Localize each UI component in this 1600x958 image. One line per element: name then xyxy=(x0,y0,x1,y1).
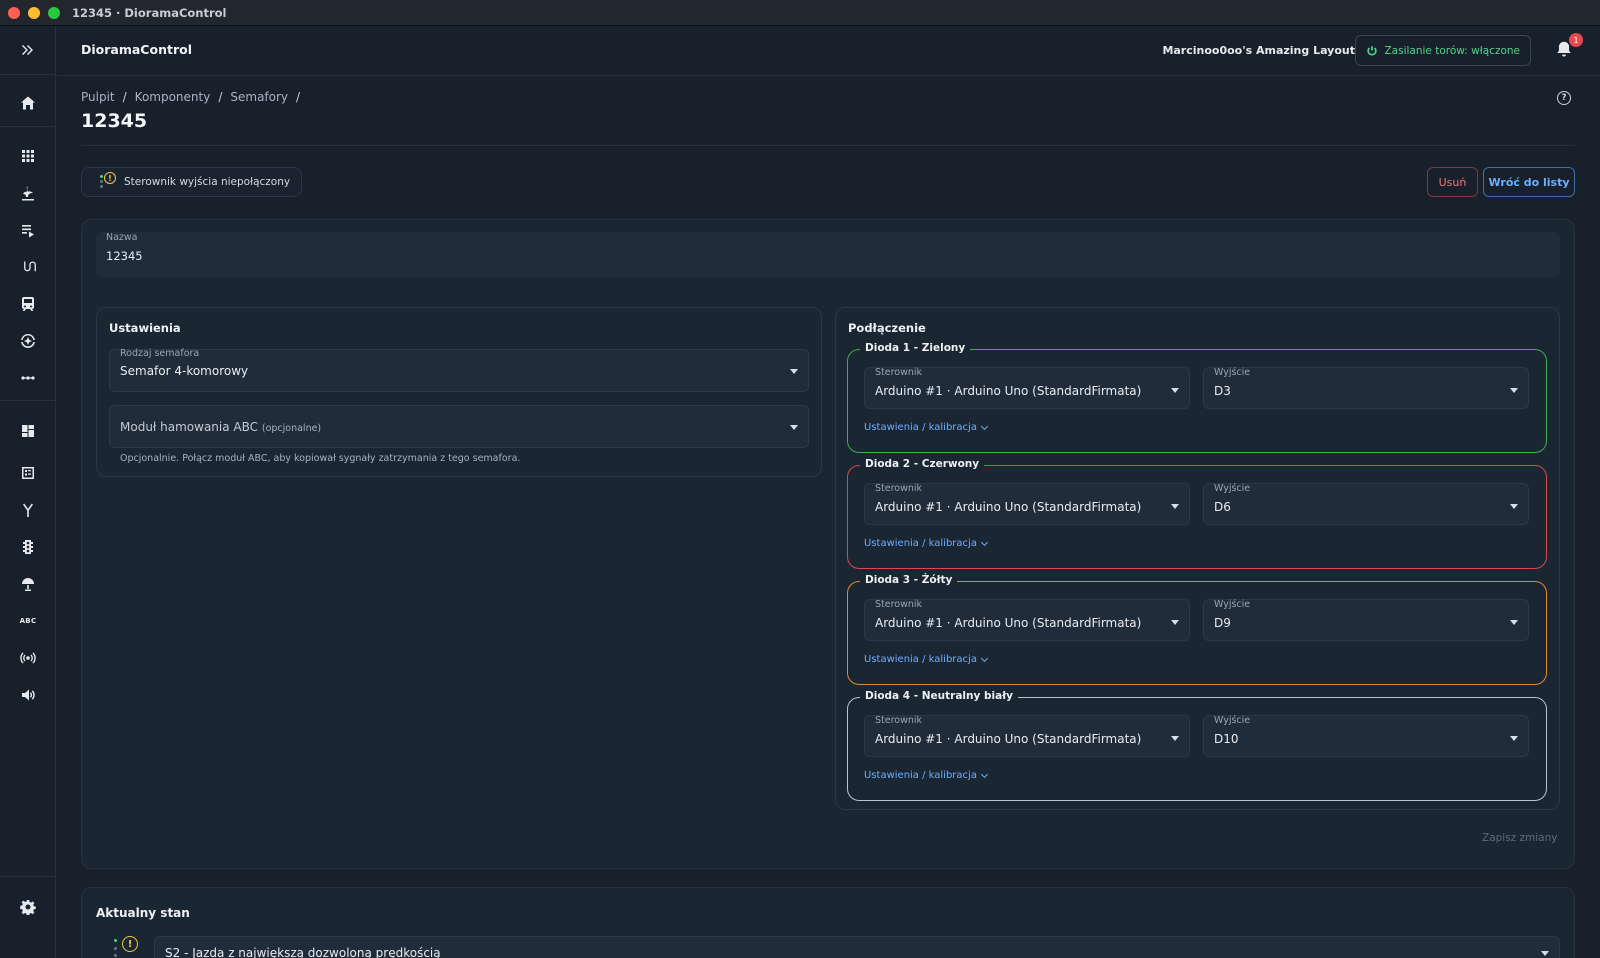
name-field-label: Nazwa xyxy=(106,232,138,243)
chevron-down-icon xyxy=(980,770,988,778)
chevron-down-icon xyxy=(790,425,798,430)
led-group-3: Dioda 3 - Żółty Sterownik Arduino #1 · A… xyxy=(847,574,1547,685)
led-title: Dioda 1 - Zielony xyxy=(860,342,971,354)
abc-module-helper: Opcjonalnie. Połącz moduł ABC, aby kopio… xyxy=(120,453,521,464)
calibration-link[interactable]: Ustawienia / kalibracja xyxy=(864,770,988,781)
abc-module-placeholder: Moduł hamowania ABC (opcjonalne) xyxy=(120,420,322,434)
app-name: DioramaControl xyxy=(81,42,192,57)
chevron-down-icon xyxy=(1541,951,1549,956)
more-icon[interactable] xyxy=(0,361,56,395)
layout-name[interactable]: Marcinoo0oo's Amazing Layout xyxy=(1162,44,1355,57)
current-state-value: S2 - Jazda z największą dozwoloną prędko… xyxy=(165,946,441,958)
panel-icon[interactable] xyxy=(0,456,56,490)
chevron-down-icon xyxy=(1171,504,1179,509)
traffic-light-icon[interactable] xyxy=(0,530,56,564)
chevron-down-icon xyxy=(790,369,798,374)
controller-status-chip: ! Sterownik wyjścia niepołączony xyxy=(81,167,303,197)
connection-title: Podłączenie xyxy=(848,321,926,335)
settings-icon[interactable] xyxy=(0,890,56,924)
window-titlebar: 12345 · DioramaControl xyxy=(0,0,1600,26)
home-icon[interactable] xyxy=(0,86,56,120)
led-group-2: Dioda 2 - Czerwony Sterownik Arduino #1 … xyxy=(847,458,1547,569)
signal-type-select[interactable]: Rodzaj semafora Semafor 4-komorowy xyxy=(109,348,809,392)
chevron-down-icon xyxy=(1171,388,1179,393)
notification-badge: 1 xyxy=(1569,33,1583,47)
signal-broadcast-icon[interactable] xyxy=(0,641,56,675)
speaker-icon[interactable] xyxy=(0,678,56,712)
train-icon[interactable] xyxy=(0,287,56,321)
led-controller-select[interactable]: Sterownik Arduino #1 · Arduino Uno (Stan… xyxy=(864,483,1190,525)
signal-type-label: Rodzaj semafora xyxy=(120,348,200,359)
led-group-1: Dioda 1 - Zielony Sterownik Arduino #1 ·… xyxy=(847,342,1547,453)
sidebar-rail: ABC xyxy=(0,26,56,958)
page-title: 12345 xyxy=(81,110,148,132)
led-title: Dioda 4 - Neutralny biały xyxy=(860,690,1018,702)
name-field[interactable]: Nazwa 12345 xyxy=(96,232,1560,277)
warning-icon: ! xyxy=(100,172,116,190)
chevron-down-icon xyxy=(1510,736,1518,741)
led-output-select[interactable]: Wyjście D10 xyxy=(1203,715,1529,757)
track-power-button[interactable]: Zasilanie torów: włączone xyxy=(1355,35,1531,66)
calibration-link[interactable]: Ustawienia / kalibracja xyxy=(864,538,988,549)
chevron-down-icon xyxy=(980,654,988,662)
tracks-icon[interactable] xyxy=(0,250,56,284)
led-controller-select[interactable]: Sterownik Arduino #1 · Arduino Uno (Stan… xyxy=(864,367,1190,409)
led-group-4: Dioda 4 - Neutralny biały Sterownik Ardu… xyxy=(847,690,1547,801)
name-field-value[interactable]: 12345 xyxy=(106,249,143,263)
dashboard-icon[interactable] xyxy=(0,414,56,448)
breadcrumb-item-semafory[interactable]: Semafory xyxy=(230,90,288,104)
calibration-link[interactable]: Ustawienia / kalibracja xyxy=(864,422,988,433)
calibration-link[interactable]: Ustawienia / kalibracja xyxy=(864,654,988,665)
settings-panel xyxy=(96,307,822,477)
led-controller-select[interactable]: Sterownik Arduino #1 · Arduino Uno (Stan… xyxy=(864,715,1190,757)
turnout-icon[interactable] xyxy=(0,493,56,527)
controller-status-label: Sterownik wyjścia niepołączony xyxy=(124,176,291,188)
abc-module-select[interactable]: Moduł hamowania ABC (opcjonalne) xyxy=(109,405,809,448)
title-divider xyxy=(81,145,1575,146)
led-title: Dioda 2 - Czerwony xyxy=(860,458,985,470)
breadcrumb-item-komponenty[interactable]: Komponenty xyxy=(135,90,211,104)
notifications-button[interactable]: 1 xyxy=(1555,33,1583,60)
chevron-down-icon xyxy=(1171,620,1179,625)
lamp-icon[interactable] xyxy=(0,567,56,601)
settings-title: Ustawienia xyxy=(109,321,181,335)
maximize-window-button[interactable] xyxy=(48,6,60,19)
minimize-window-button[interactable] xyxy=(28,6,40,19)
chevron-down-icon xyxy=(1510,388,1518,393)
abc-icon[interactable]: ABC xyxy=(0,604,56,638)
grid-icon[interactable] xyxy=(0,139,56,173)
window-title: 12345 · DioramaControl xyxy=(72,5,227,20)
chevron-down-icon xyxy=(1510,620,1518,625)
close-window-button[interactable] xyxy=(8,6,20,19)
warning-icon: ! xyxy=(114,936,138,958)
automation-icon[interactable] xyxy=(0,324,56,358)
chevron-down-icon xyxy=(1510,504,1518,509)
led-output-select[interactable]: Wyjście D3 xyxy=(1203,367,1529,409)
breadcrumb: Pulpit / Komponenty / Semafory / xyxy=(81,90,301,104)
breadcrumb-item-pulpit[interactable]: Pulpit xyxy=(81,90,115,104)
led-title: Dioda 3 - Żółty xyxy=(860,574,958,586)
expand-icon[interactable] xyxy=(0,33,56,67)
current-state-select[interactable]: S2 - Jazda z największą dozwoloną prędko… xyxy=(154,936,1560,958)
signal-type-value: Semafor 4-komorowy xyxy=(120,364,249,378)
help-icon[interactable]: ? xyxy=(1557,91,1571,105)
chevron-down-icon xyxy=(980,422,988,430)
scene-icon[interactable] xyxy=(0,176,56,210)
delete-button[interactable]: Usuń xyxy=(1427,167,1478,197)
back-to-list-button[interactable]: Wróć do listy xyxy=(1483,167,1575,197)
chevron-down-icon xyxy=(1171,736,1179,741)
led-output-select[interactable]: Wyjście D6 xyxy=(1203,483,1529,525)
track-power-label: Zasilanie torów: włączone xyxy=(1384,44,1520,57)
top-app-bar: DioramaControl Marcinoo0oo's Amazing Lay… xyxy=(57,26,1600,76)
power-icon xyxy=(1367,45,1378,56)
save-changes-button[interactable]: Zapisz zmiany xyxy=(1482,832,1558,844)
playlist-icon[interactable] xyxy=(0,213,56,247)
led-controller-select[interactable]: Sterownik Arduino #1 · Arduino Uno (Stan… xyxy=(864,599,1190,641)
led-output-select[interactable]: Wyjście D9 xyxy=(1203,599,1529,641)
current-state-title: Aktualny stan xyxy=(96,906,190,920)
window-controls xyxy=(8,6,60,19)
chevron-down-icon xyxy=(980,538,988,546)
